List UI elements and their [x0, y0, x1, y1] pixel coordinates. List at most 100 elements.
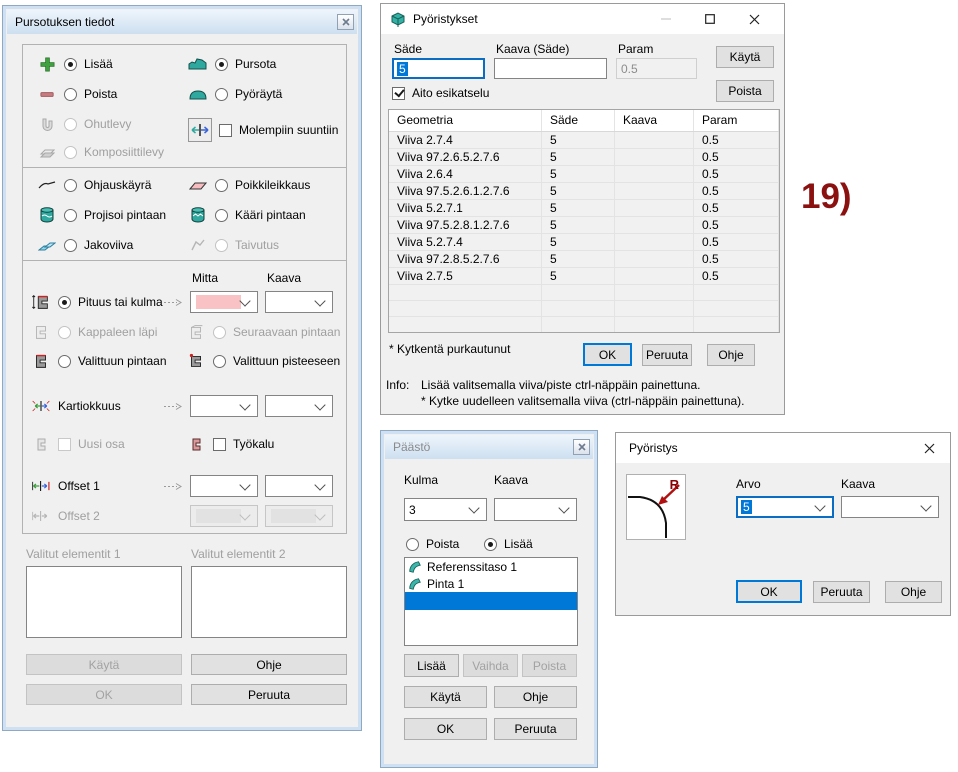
close-button[interactable] — [737, 4, 771, 34]
option-komposiittilevy: Komposiittilevy — [37, 142, 164, 162]
option-label: Poista — [426, 537, 459, 551]
sade-input[interactable]: 5 — [392, 58, 485, 79]
peruuta-button[interactable]: Peruuta — [813, 581, 870, 603]
radio-lisaa[interactable] — [484, 538, 497, 551]
kulma-combo[interactable]: 3 — [404, 498, 487, 521]
ohje-button[interactable]: Ohje — [494, 686, 577, 708]
close-button[interactable] — [337, 14, 354, 30]
option-poikkileikkaus[interactable]: Poikkileikkaus — [188, 175, 310, 195]
lisaa-button[interactable]: Lisää — [404, 654, 459, 677]
arvo-combo[interactable]: 5 — [736, 496, 834, 518]
offset1-kaava-combo[interactable] — [265, 475, 333, 497]
radio-jakoviiva[interactable] — [64, 239, 77, 252]
list-item[interactable]: Pinta 1 — [405, 575, 577, 592]
valitut1-listbox[interactable] — [26, 566, 182, 638]
table-row[interactable]: Viiva 97.5.2.8.1.2.7.650.5 — [389, 217, 779, 234]
option-label: Molempiin suuntiin — [239, 123, 338, 137]
kaava-combo[interactable] — [841, 496, 939, 518]
radio-pursota[interactable] — [215, 58, 228, 71]
radio-valittuun-pisteeseen[interactable] — [213, 355, 226, 368]
option-pursota[interactable]: Pursota — [188, 54, 276, 74]
kayta-button[interactable]: Käytä — [716, 46, 774, 68]
title-bar[interactable]: Päästö — [385, 435, 593, 459]
option-pyorayta[interactable]: Pyöräytä — [188, 84, 282, 104]
ok-button[interactable]: OK — [404, 718, 487, 740]
header-param[interactable]: Param — [694, 110, 779, 131]
radio-poista[interactable] — [64, 88, 77, 101]
taper-icon — [31, 397, 51, 415]
table-row[interactable]: Viiva 2.7.450.5 — [389, 132, 779, 149]
ohje-button[interactable]: Ohje — [707, 344, 755, 366]
table-cell — [615, 317, 694, 332]
radio-pyorayta[interactable] — [215, 88, 228, 101]
table-row[interactable]: Viiva 5.2.7.450.5 — [389, 234, 779, 251]
ok-button[interactable]: OK — [736, 580, 802, 603]
title-bar[interactable]: Pursotuksen tiedot — [7, 10, 357, 34]
peruuta-button[interactable]: Peruuta — [191, 684, 347, 705]
option-kaari[interactable]: Kääri pintaan — [188, 205, 306, 225]
checkbox-tyokalu[interactable] — [213, 438, 226, 451]
table-row[interactable]: Viiva 2.6.450.5 — [389, 166, 779, 183]
peruuta-button[interactable]: Peruuta — [642, 344, 692, 366]
option-lisaa[interactable]: Lisää — [484, 534, 533, 554]
option-molempiin[interactable]: Molempiin suuntiin — [219, 120, 338, 140]
option-poista[interactable]: Poista — [406, 534, 459, 554]
ohje-button[interactable]: Ohje — [885, 581, 942, 603]
option-projisoi[interactable]: Projisoi pintaan — [37, 205, 166, 225]
chevron-down-icon — [314, 509, 325, 520]
both-directions-button[interactable] — [188, 118, 212, 142]
option-jakoviiva[interactable]: Jakoviiva — [37, 235, 133, 255]
kaava-combo-1[interactable] — [265, 291, 333, 313]
radio-poikkileikkaus[interactable] — [215, 179, 228, 192]
option-ohjauskayra[interactable]: Ohjauskäyrä — [37, 175, 151, 195]
header-geometria[interactable]: Geometria — [389, 110, 542, 131]
to-selected-surface-icon — [31, 352, 51, 370]
kartiokkuus-kaava-combo[interactable] — [265, 395, 333, 417]
header-kaava[interactable]: Kaava — [615, 110, 694, 131]
option-valittuun-pisteeseen[interactable]: Valittuun pisteeseen — [186, 351, 340, 371]
maximize-button[interactable] — [693, 4, 727, 34]
valitut2-listbox[interactable] — [191, 566, 347, 638]
close-button[interactable] — [912, 433, 946, 463]
kayta-button[interactable]: Käytä — [404, 686, 487, 708]
checkbox-aito-esikatselu[interactable] — [392, 87, 405, 100]
header-sade[interactable]: Säde — [542, 110, 615, 131]
table-row[interactable]: Viiva 97.2.8.5.2.7.650.5 — [389, 251, 779, 268]
ok-button[interactable]: OK — [583, 343, 632, 366]
table-cell: 0.5 — [694, 200, 779, 216]
poista-button[interactable]: Poista — [716, 80, 774, 102]
table-row[interactable]: Viiva 97.5.2.6.1.2.7.650.5 — [389, 183, 779, 200]
title-bar[interactable]: Pyöristys — [616, 433, 950, 463]
option-poista[interactable]: Poista — [37, 84, 117, 104]
option-tyokalu[interactable]: Työkalu — [186, 434, 274, 454]
radio-valittuun-pintaan[interactable] — [58, 355, 71, 368]
table-row[interactable]: Viiva 97.2.6.5.2.7.650.5 — [389, 149, 779, 166]
option-lisaa[interactable]: Lisää — [37, 54, 113, 74]
radio-ohjauskayra[interactable] — [64, 179, 77, 192]
fillet-icon — [408, 577, 422, 591]
selected-row[interactable] — [405, 592, 577, 610]
mitta-combo[interactable] — [190, 291, 258, 313]
offset1-mitta-combo[interactable] — [190, 475, 258, 497]
radio-poista[interactable] — [406, 538, 419, 551]
kartiokkuus-mitta-combo[interactable] — [190, 395, 258, 417]
peruuta-button[interactable]: Peruuta — [494, 718, 577, 740]
preview-checkbox-row[interactable]: Aito esikatselu — [392, 83, 489, 103]
option-pituus[interactable]: Pituus tai kulma — [31, 292, 163, 312]
list-item[interactable]: Referenssitaso 1 — [405, 558, 577, 575]
checkbox-molempiin[interactable] — [219, 124, 232, 137]
chevron-down-icon — [558, 502, 569, 513]
table-cell: 5 — [542, 183, 615, 199]
radio-projisoi[interactable] — [64, 209, 77, 222]
ohje-button[interactable]: Ohje — [191, 654, 347, 675]
table-row[interactable]: Viiva 5.2.7.150.5 — [389, 200, 779, 217]
radio-lisaa[interactable] — [64, 58, 77, 71]
kaava-sade-input[interactable] — [494, 58, 607, 79]
table-row[interactable]: Viiva 2.7.550.5 — [389, 268, 779, 285]
paasto-list-box[interactable]: Referenssitaso 1Pinta 1 — [404, 557, 578, 646]
kaava-combo[interactable] — [494, 498, 577, 521]
radio-pituus[interactable] — [58, 296, 71, 309]
radio-kaari[interactable] — [215, 209, 228, 222]
close-button[interactable] — [573, 439, 590, 455]
option-valittuun-pintaan[interactable]: Valittuun pintaan — [31, 351, 167, 371]
